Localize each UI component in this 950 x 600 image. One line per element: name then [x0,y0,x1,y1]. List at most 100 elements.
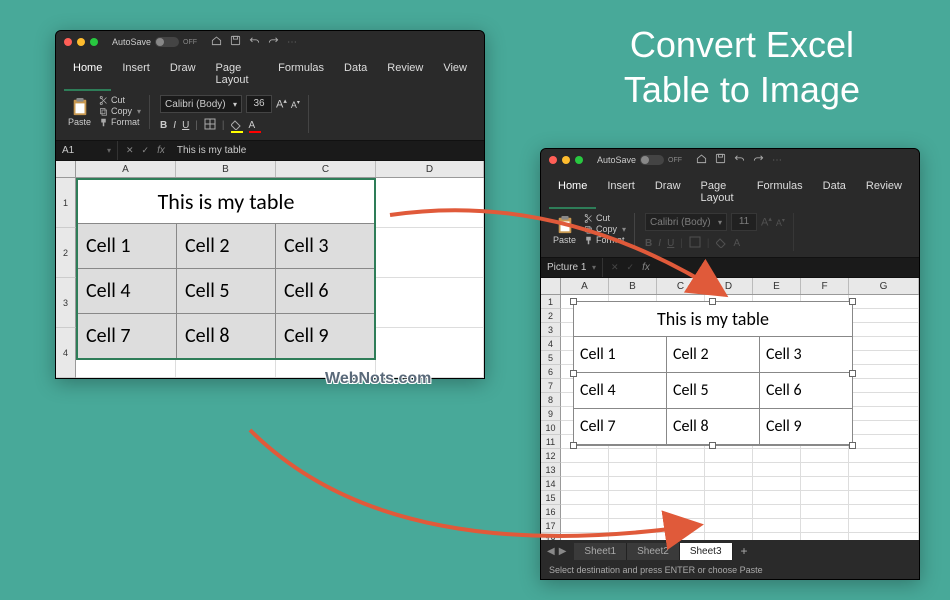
col-header[interactable]: A [76,161,176,177]
tab-review[interactable]: Review [378,57,432,91]
col-header[interactable]: F [801,278,849,294]
tab-home[interactable]: Home [549,175,596,209]
table-cell[interactable]: Cell 1 [78,224,177,269]
resize-handle[interactable] [570,298,577,305]
table-cell[interactable]: Cell 8 [177,314,276,358]
row-header[interactable]: 15 [541,491,561,505]
row-header[interactable]: 6 [541,365,561,379]
autosave-toggle[interactable]: AutoSave OFF [597,155,682,165]
next-sheet-icon[interactable]: ▶ [559,546,567,557]
tab-draw[interactable]: Draw [161,57,205,91]
resize-handle[interactable] [849,370,856,377]
add-sheet-button[interactable]: + [733,544,756,558]
sheet-tab[interactable]: Sheet3 [680,543,733,560]
bold-button[interactable]: B [160,120,167,131]
resize-handle[interactable] [849,442,856,449]
underline-button[interactable]: U [182,120,189,131]
col-header[interactable]: B [609,278,657,294]
tab-home[interactable]: Home [64,57,111,91]
formula-input[interactable]: This is my table [173,145,250,156]
name-box[interactable]: Picture 1▾ [541,258,603,277]
row-header[interactable]: 4 [56,328,76,378]
fx-icon[interactable]: fx [157,145,165,156]
row-header[interactable]: 12 [541,449,561,463]
tab-insert[interactable]: Insert [598,175,644,209]
tab-data[interactable]: Data [335,57,376,91]
row-header[interactable]: 5 [541,351,561,365]
close-icon[interactable] [549,156,557,164]
row-header[interactable]: 7 [541,379,561,393]
cut-button[interactable]: Cut [584,213,626,223]
row-header[interactable]: 13 [541,463,561,477]
italic-button[interactable]: I [173,120,176,131]
table-cell[interactable]: Cell 7 [78,314,177,358]
row-header[interactable]: 1 [56,178,76,228]
format-painter-button[interactable]: Format [99,117,141,127]
home-icon[interactable] [211,35,222,49]
select-all-corner[interactable] [56,161,76,177]
save-icon[interactable] [230,35,241,49]
spreadsheet-grid[interactable]: A B C D E F G 12345678910111213141516171… [541,278,919,540]
sheet-tab[interactable]: Sheet2 [627,543,680,560]
fill-color-button[interactable] [231,120,243,132]
spreadsheet-grid[interactable]: A B C D 1 2 3 4 This is my table Cell 1 [56,161,484,378]
save-icon[interactable] [715,153,726,167]
tab-insert[interactable]: Insert [113,57,159,91]
redo-icon[interactable] [268,35,279,49]
col-header[interactable]: D [705,278,753,294]
col-header[interactable]: G [849,278,919,294]
row-header[interactable]: 2 [541,309,561,323]
table-cell[interactable]: Cell 3 [276,224,374,269]
close-icon[interactable] [64,38,72,46]
col-header[interactable]: A [561,278,609,294]
row-header[interactable]: 3 [56,278,76,328]
tab-view[interactable]: View [434,57,476,91]
maximize-icon[interactable] [575,156,583,164]
font-color-button[interactable]: A [249,120,261,132]
font-size-select[interactable]: 36 [246,95,272,113]
enter-formula-icon[interactable]: ✓ [142,145,150,156]
row-header[interactable]: 9 [541,407,561,421]
format-painter-button[interactable]: Format [584,235,626,245]
redo-icon[interactable] [753,153,764,167]
font-family-select[interactable]: Calibri (Body)▾ [160,95,242,113]
row-header[interactable]: 2 [56,228,76,278]
home-icon[interactable] [696,153,707,167]
row-header[interactable]: 14 [541,477,561,491]
paste-button[interactable]: Paste [549,213,580,247]
col-header[interactable]: E [753,278,801,294]
cut-button[interactable]: Cut [99,95,141,105]
row-header[interactable]: 16 [541,505,561,519]
row-header[interactable]: 8 [541,393,561,407]
resize-handle[interactable] [849,298,856,305]
copy-button[interactable]: Copy▾ [99,106,141,116]
decrease-font-button[interactable]: A▾ [291,99,300,110]
maximize-icon[interactable] [90,38,98,46]
resize-handle[interactable] [570,370,577,377]
row-header[interactable]: 3 [541,323,561,337]
tab-page-layout[interactable]: Page Layout [207,57,268,91]
col-header[interactable]: B [176,161,276,177]
table-cell[interactable]: Cell 4 [78,269,177,314]
table-cell[interactable]: Cell 2 [177,224,276,269]
border-button[interactable] [204,118,216,133]
selected-table[interactable]: This is my table Cell 1 Cell 2 Cell 3 Ce… [76,178,376,360]
row-header[interactable]: 18 [541,533,561,540]
fx-icon[interactable]: fx [642,262,650,273]
resize-handle[interactable] [709,442,716,449]
pasted-image[interactable]: This is my table Cell 1 Cell 2 Cell 3 Ce… [573,301,853,446]
row-header[interactable]: 1 [541,295,561,309]
undo-icon[interactable] [249,35,260,49]
minimize-icon[interactable] [77,38,85,46]
increase-font-button[interactable]: A▴ [276,97,287,111]
table-cell[interactable]: Cell 9 [276,314,374,358]
prev-sheet-icon[interactable]: ◀ [547,546,555,557]
row-header[interactable]: 4 [541,337,561,351]
cancel-formula-icon[interactable]: ✕ [126,145,134,156]
col-header[interactable]: C [276,161,376,177]
paste-button[interactable]: Paste [64,95,95,129]
tab-draw[interactable]: Draw [646,175,690,209]
name-box[interactable]: A1▾ [56,141,118,160]
tab-formulas[interactable]: Formulas [748,175,812,209]
tab-formulas[interactable]: Formulas [269,57,333,91]
